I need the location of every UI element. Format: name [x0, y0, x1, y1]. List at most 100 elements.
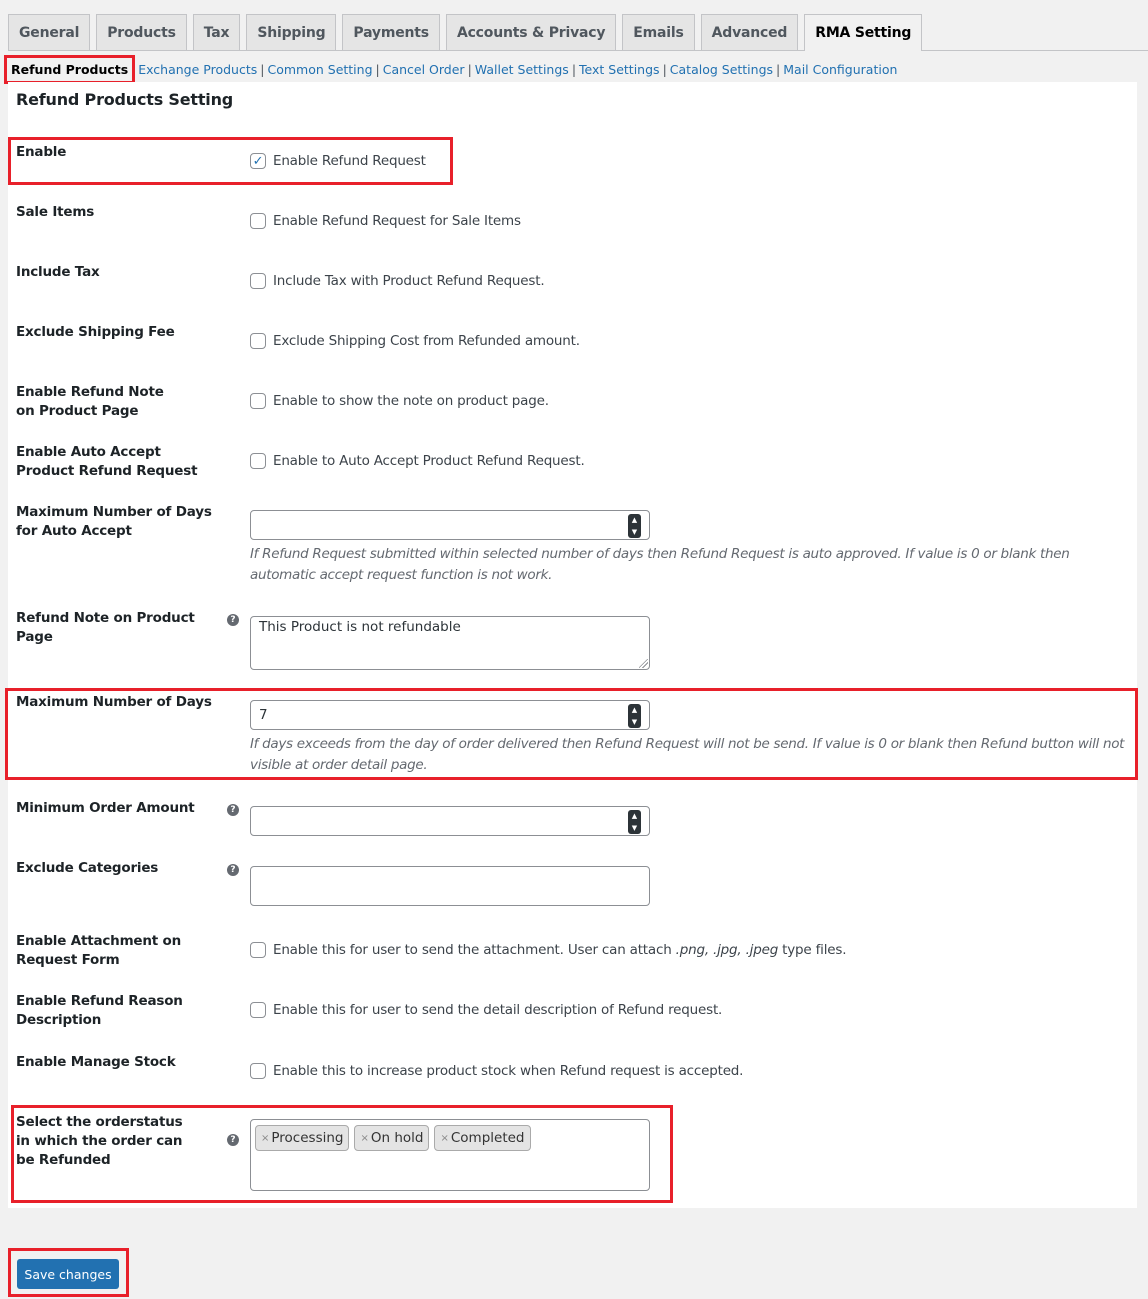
field-label: Maximum Number of Days [16, 694, 212, 710]
help-icon[interactable]: ? [227, 864, 239, 876]
separator: | [375, 62, 380, 77]
field-label: Exclude Categories [16, 860, 159, 876]
checkbox-label: Enable Refund Request [273, 153, 426, 169]
resize-handle-icon[interactable] [639, 659, 648, 668]
checkbox[interactable] [250, 1063, 266, 1079]
tab-tax[interactable]: Tax [192, 14, 241, 50]
field-label: Exclude Shipping Fee [16, 324, 175, 340]
selected-tag: × On hold [354, 1125, 430, 1151]
checkbox[interactable] [250, 213, 266, 229]
refund-note-textarea[interactable]: This Product is not refundable [250, 616, 650, 670]
remove-tag-icon[interactable]: × [360, 1133, 368, 1144]
separator: | [662, 62, 667, 77]
checkbox-label: Enable this to increase product stock wh… [273, 1063, 744, 1079]
spin-up-icon[interactable]: ▲ [632, 706, 637, 714]
selected-tag: × Processing [255, 1125, 350, 1151]
tab-advanced[interactable]: Advanced [700, 14, 799, 50]
subnav: Refund Products Exchange Products | Commo… [4, 55, 897, 84]
field-label: Enable Attachment on Request Form [16, 933, 182, 968]
tab-shipping[interactable]: Shipping [246, 14, 337, 50]
exclude-shipping-checkbox[interactable]: Exclude Shipping Cost from Refunded amou… [250, 333, 580, 349]
field-description: If days exceeds from the day of order de… [250, 736, 1125, 773]
separator: | [571, 62, 577, 77]
field-label: Enable Refund Reason Description [16, 993, 183, 1028]
field-label: Maximum Number of Days for Auto Accept [16, 504, 212, 539]
field-label: Minimum Order Amount [16, 800, 195, 816]
number-spinner[interactable]: ▲ ▼ [628, 704, 641, 728]
checkbox-label: Include Tax with Product Refund Request. [273, 273, 545, 289]
reason-description-checkbox[interactable]: Enable this for user to send the detail … [250, 1002, 722, 1018]
min-order-amount-input[interactable]: ▲ ▼ [250, 806, 650, 836]
spin-up-icon[interactable]: ▲ [632, 516, 637, 524]
subnav-exchange-products[interactable]: Exchange Products [138, 62, 257, 77]
checkbox[interactable] [250, 1002, 266, 1018]
field-label: Refund Note on Product Page [16, 610, 195, 645]
subnav-mail-configuration[interactable]: Mail Configuration [783, 62, 897, 77]
input-value: 7 [259, 707, 268, 723]
max-days-input[interactable]: 7 ▲ ▼ [250, 700, 650, 730]
checkbox-label: Exclude Shipping Cost from Refunded amou… [273, 333, 580, 349]
subnav-wallet-settings[interactable]: Wallet Settings [475, 62, 569, 77]
tab-general[interactable]: General [8, 14, 91, 50]
selected-tag: × Completed [434, 1125, 531, 1151]
checkbox[interactable] [250, 453, 266, 469]
subnav-catalog-settings[interactable]: Catalog Settings [670, 62, 773, 77]
auto-accept-days-input[interactable]: ▲ ▼ [250, 510, 650, 540]
tab-accounts-privacy[interactable]: Accounts & Privacy [445, 14, 617, 50]
order-status-multiselect[interactable]: × Processing × On hold × Completed [250, 1119, 650, 1191]
spin-down-icon[interactable]: ▼ [632, 824, 637, 832]
settings-tabs: General Products Tax Shipping Payments A… [8, 14, 1148, 51]
settings-panel: Refund Products Setting Enable ✓ Enable … [8, 82, 1137, 1208]
subnav-refund-products[interactable]: Refund Products [4, 55, 136, 84]
field-label: Enable Refund Note on Product Page [16, 384, 164, 419]
checkbox-label: Enable to Auto Accept Product Refund Req… [273, 453, 585, 469]
include-tax-checkbox[interactable]: Include Tax with Product Refund Request. [250, 273, 545, 289]
subnav-cancel-order[interactable]: Cancel Order [383, 62, 465, 77]
sale-items-checkbox[interactable]: Enable Refund Request for Sale Items [250, 213, 521, 229]
auto-accept-checkbox[interactable]: Enable to Auto Accept Product Refund Req… [250, 453, 585, 469]
field-label: Enable Manage Stock [16, 1054, 176, 1070]
checkbox[interactable] [250, 942, 266, 958]
refund-note-enable-checkbox[interactable]: Enable to show the note on product page. [250, 393, 549, 409]
help-icon[interactable]: ? [227, 1134, 239, 1146]
subnav-text-settings[interactable]: Text Settings [579, 62, 660, 77]
help-icon[interactable]: ? [227, 804, 239, 816]
checkbox[interactable]: ✓ [250, 153, 266, 169]
checkbox[interactable] [250, 273, 266, 289]
field-label: Enable [16, 144, 67, 160]
separator: | [776, 62, 781, 77]
section-title: Refund Products Setting [16, 90, 234, 109]
checkbox-label: Enable Refund Request for Sale Items [273, 213, 521, 229]
checkbox[interactable] [250, 393, 266, 409]
tab-products[interactable]: Products [96, 14, 187, 50]
number-spinner[interactable]: ▲ ▼ [628, 810, 641, 834]
check-icon: ✓ [252, 153, 264, 169]
field-label: Sale Items [16, 204, 95, 220]
save-changes-button[interactable]: Save changes [17, 1259, 119, 1289]
tab-rma-setting[interactable]: RMA Setting [804, 14, 923, 51]
field-description: If Refund Request submitted within selec… [250, 546, 1070, 583]
exclude-categories-select[interactable] [250, 866, 650, 906]
spin-up-icon[interactable]: ▲ [632, 812, 637, 820]
remove-tag-icon[interactable]: × [440, 1133, 448, 1144]
remove-tag-icon[interactable]: × [261, 1133, 269, 1144]
enable-refund-checkbox[interactable]: ✓ Enable Refund Request [250, 153, 426, 169]
attachment-checkbox[interactable]: Enable this for user to send the attachm… [250, 942, 847, 958]
tab-emails[interactable]: Emails [622, 14, 695, 50]
checkbox-label: Enable to show the note on product page. [273, 393, 549, 409]
textarea-value: This Product is not refundable [259, 619, 461, 635]
field-label: Enable Auto Accept Product Refund Reques… [16, 444, 198, 479]
tab-payments[interactable]: Payments [342, 14, 440, 50]
subnav-common-setting[interactable]: Common Setting [267, 62, 372, 77]
field-label: Include Tax [16, 264, 100, 280]
checkbox[interactable] [250, 333, 266, 349]
spin-down-icon[interactable]: ▼ [632, 718, 637, 726]
field-label: Select the orderstatus in which the orde… [16, 1114, 183, 1168]
separator: | [260, 62, 265, 77]
separator: | [467, 62, 472, 77]
help-icon[interactable]: ? [227, 614, 239, 626]
number-spinner[interactable]: ▲ ▼ [628, 514, 641, 538]
checkbox-label: Enable this for user to send the detail … [273, 1002, 723, 1018]
manage-stock-checkbox[interactable]: Enable this to increase product stock wh… [250, 1063, 743, 1079]
spin-down-icon[interactable]: ▼ [632, 528, 637, 536]
